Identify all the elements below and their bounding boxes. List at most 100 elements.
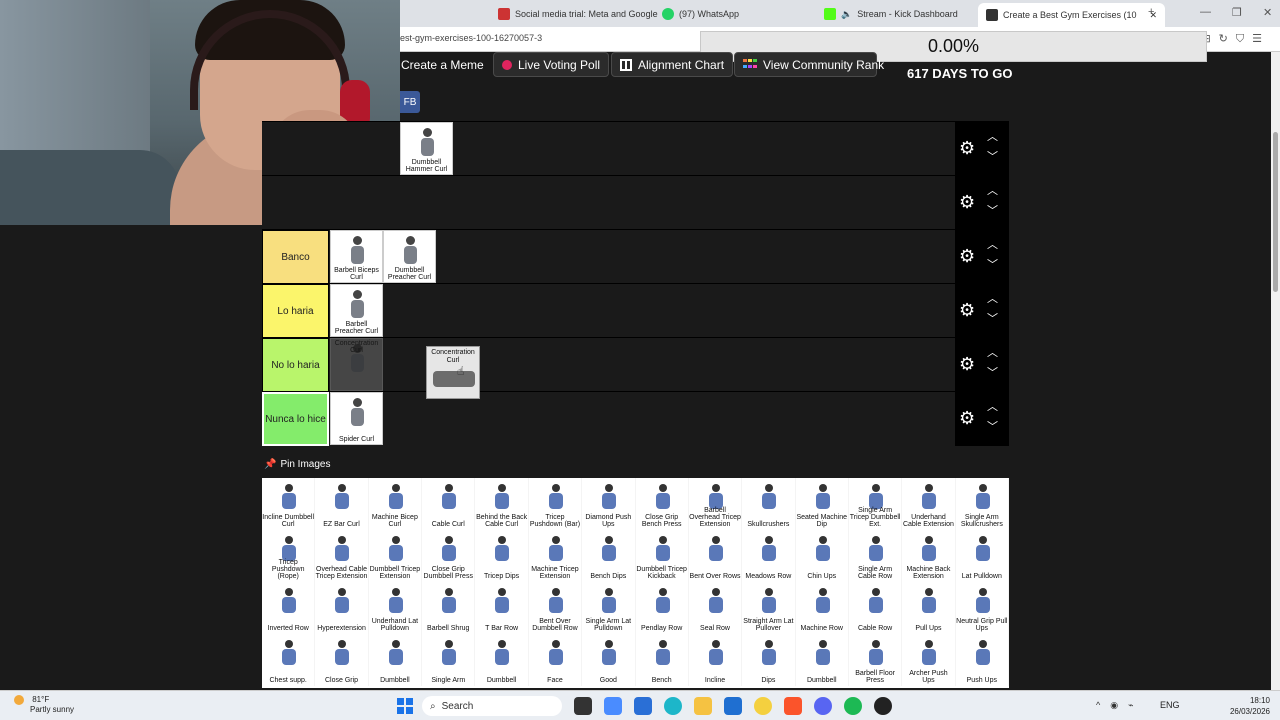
gallery-item[interactable]: Machine Row xyxy=(796,582,849,634)
gallery-item[interactable]: Bent Over Dumbbell Row xyxy=(529,582,583,634)
dragging-item[interactable]: Concentration Curl xyxy=(426,346,480,399)
gallery-item[interactable]: Single Arm Lat Pulldown xyxy=(582,582,636,634)
gallery-item[interactable]: T Bar Row xyxy=(475,582,529,634)
page-scrollbar[interactable] xyxy=(1271,52,1280,690)
gallery-item[interactable]: Underhand Cable Extension xyxy=(902,478,956,530)
gallery-item[interactable]: Dumbbell xyxy=(369,634,423,686)
clock[interactable]: 18:10 26/03/2026 xyxy=(1230,695,1270,717)
gear-icon[interactable]: ⚙ xyxy=(959,409,977,427)
gallery-item[interactable]: Barbell Overhead Tricep Extension xyxy=(689,478,743,530)
gallery-item[interactable]: Machine Bicep Curl xyxy=(369,478,423,530)
gallery-item[interactable]: Single Arm Skullcrushers xyxy=(956,478,1009,530)
chevron-up-icon[interactable]: ︿ xyxy=(987,294,998,305)
gallery-item[interactable]: Face xyxy=(529,634,583,686)
tier-item[interactable]: Barbell Biceps Curl xyxy=(330,230,383,283)
tab-whatsapp[interactable]: (97) WhatsApp xyxy=(662,4,739,24)
minimize-icon[interactable]: — xyxy=(1200,6,1211,18)
chevron-up-icon[interactable]: ︿ xyxy=(987,348,998,359)
pin-images-toggle[interactable]: 📌 Pin Images xyxy=(264,459,330,470)
gallery-item[interactable]: Close Grip xyxy=(315,634,369,686)
gallery-item[interactable]: Underhand Lat Pulldown xyxy=(369,582,423,634)
tier-item[interactable]: Dumbbell Hammer Curl xyxy=(400,122,453,175)
facebook-share-button[interactable]: FB xyxy=(400,91,420,113)
maximize-icon[interactable]: ❐ xyxy=(1232,6,1242,19)
create-meme-button[interactable]: Create a Meme xyxy=(401,52,484,77)
gallery-item[interactable]: Bench xyxy=(636,634,689,686)
tab-social-media[interactable]: Social media trial: Meta and Google xyxy=(498,4,658,24)
gallery-item[interactable]: Lat Pulldown xyxy=(956,530,1009,582)
scrollbar-thumb[interactable] xyxy=(1273,132,1278,292)
gallery-item[interactable]: Dips xyxy=(742,634,796,686)
close-window-icon[interactable]: ✕ xyxy=(1263,6,1272,19)
language-indicator[interactable]: ENG xyxy=(1160,700,1180,710)
tier-item[interactable]: Barbell Preacher Curl xyxy=(330,284,383,337)
gallery-item[interactable]: Dumbbell xyxy=(796,634,849,686)
gallery-item[interactable]: Behind the Back Cable Curl xyxy=(475,478,529,530)
gallery-item[interactable]: Tricep Pushdown (Bar) xyxy=(529,478,583,530)
chevron-up-icon[interactable]: ︿ xyxy=(987,186,998,197)
gear-icon[interactable]: ⚙ xyxy=(959,355,977,373)
extension-icons[interactable]: ⊞↻⛉☰ xyxy=(1201,32,1270,46)
gallery-item[interactable]: Pull Ups xyxy=(902,582,956,634)
gallery-item[interactable]: EZ Bar Curl xyxy=(315,478,369,530)
chevron-down-icon[interactable]: ﹀ xyxy=(987,422,998,433)
chevron-up-icon[interactable]: ︿ xyxy=(987,240,998,251)
gallery-item[interactable]: Tricep Pushdown (Rope) xyxy=(262,530,316,582)
view-community-rank-button[interactable]: View Community Rank xyxy=(734,52,884,77)
tier-label[interactable]: No lo haria xyxy=(262,338,329,392)
chevron-down-icon[interactable]: ﹀ xyxy=(987,152,998,163)
chevron-down-icon[interactable]: ﹀ xyxy=(987,368,998,379)
gallery-item[interactable]: Machine Back Extension xyxy=(902,530,956,582)
gallery-item[interactable]: Neutral Grip Pull Ups xyxy=(956,582,1009,634)
gallery-item[interactable]: Straight Arm Lat Pullover xyxy=(742,582,796,634)
mute-icon[interactable]: 🔈 xyxy=(841,9,852,20)
new-tab-icon[interactable]: + xyxy=(1148,6,1154,18)
gallery-item[interactable]: Dumbbell xyxy=(475,634,529,686)
tier-item[interactable]: Spider Curl xyxy=(330,392,383,445)
gallery-item[interactable]: Single Arm Tricep Dumbbell Ext. xyxy=(849,478,903,530)
gear-icon[interactable]: ⚙ xyxy=(959,301,977,319)
spotify-icon[interactable] xyxy=(844,697,862,715)
gallery-item[interactable]: Chin Ups xyxy=(796,530,849,582)
gallery-item[interactable]: Bent Over Rows xyxy=(689,530,743,582)
chevron-up-icon[interactable]: ︿ xyxy=(987,132,998,143)
tier-label[interactable]: Nunca lo hice xyxy=(262,392,329,446)
taskbar-search[interactable]: ⌕ Search xyxy=(422,696,562,716)
edge-icon[interactable] xyxy=(664,697,682,715)
windows-start-icon[interactable] xyxy=(397,698,413,714)
gallery-item[interactable]: Tricep Dips xyxy=(475,530,529,582)
gallery-item[interactable]: Dumbbell Tricep Extension xyxy=(369,530,423,582)
gallery-item[interactable]: Close Grip Dumbbell Press xyxy=(422,530,476,582)
gallery-item[interactable]: Barbell Shrug xyxy=(422,582,476,634)
brave-icon[interactable] xyxy=(784,697,802,715)
gallery-item[interactable]: Cable Curl xyxy=(422,478,476,530)
gear-icon[interactable]: ⚙ xyxy=(959,193,977,211)
discord-icon[interactable] xyxy=(814,697,832,715)
gallery-item[interactable]: Diamond Push Ups xyxy=(582,478,636,530)
alignment-chart-button[interactable]: Alignment Chart xyxy=(611,52,734,77)
live-voting-poll-button[interactable]: Live Voting Poll xyxy=(493,52,610,77)
gear-icon[interactable]: ⚙ xyxy=(959,139,977,157)
gallery-item[interactable]: Archer Push Ups xyxy=(902,634,956,686)
system-tray-icons[interactable]: ^◉⌁ xyxy=(1096,700,1144,711)
gallery-item[interactable]: Hyperextension xyxy=(315,582,369,634)
tier-item[interactable]: Dumbbell Preacher Curl xyxy=(383,230,436,283)
file-explorer-icon[interactable] xyxy=(694,697,712,715)
tab-kick-dashboard[interactable]: 🔈 Stream - Kick Dashboard xyxy=(824,4,958,24)
chevron-down-icon[interactable]: ﹀ xyxy=(987,314,998,325)
gallery-item[interactable]: Dumbbell Tricep Kickback xyxy=(636,530,689,582)
task-view-icon[interactable] xyxy=(574,697,592,715)
gallery-item[interactable]: Close Grip Bench Press xyxy=(636,478,689,530)
outlook-icon[interactable] xyxy=(724,697,742,715)
gallery-item[interactable]: Push Ups xyxy=(956,634,1009,686)
obs-icon[interactable] xyxy=(874,697,892,715)
gallery-item[interactable]: Seated Machine Dip xyxy=(796,478,849,530)
gallery-item[interactable]: Machine Tricep Extension xyxy=(529,530,583,582)
gallery-item[interactable]: Overhead Cable Tricep Extension xyxy=(315,530,369,582)
tab-gym-exercises[interactable]: Create a Best Gym Exercises (10 ✕ xyxy=(978,3,1166,27)
weather-widget[interactable]: 81°F Partly sunny xyxy=(14,695,74,715)
gallery-item[interactable]: Skullcrushers xyxy=(742,478,796,530)
gallery-item[interactable]: Barbell Floor Press xyxy=(849,634,903,686)
gallery-item[interactable]: Single Arm Cable Row xyxy=(849,530,903,582)
gallery-item[interactable]: Inverted Row xyxy=(262,582,316,634)
